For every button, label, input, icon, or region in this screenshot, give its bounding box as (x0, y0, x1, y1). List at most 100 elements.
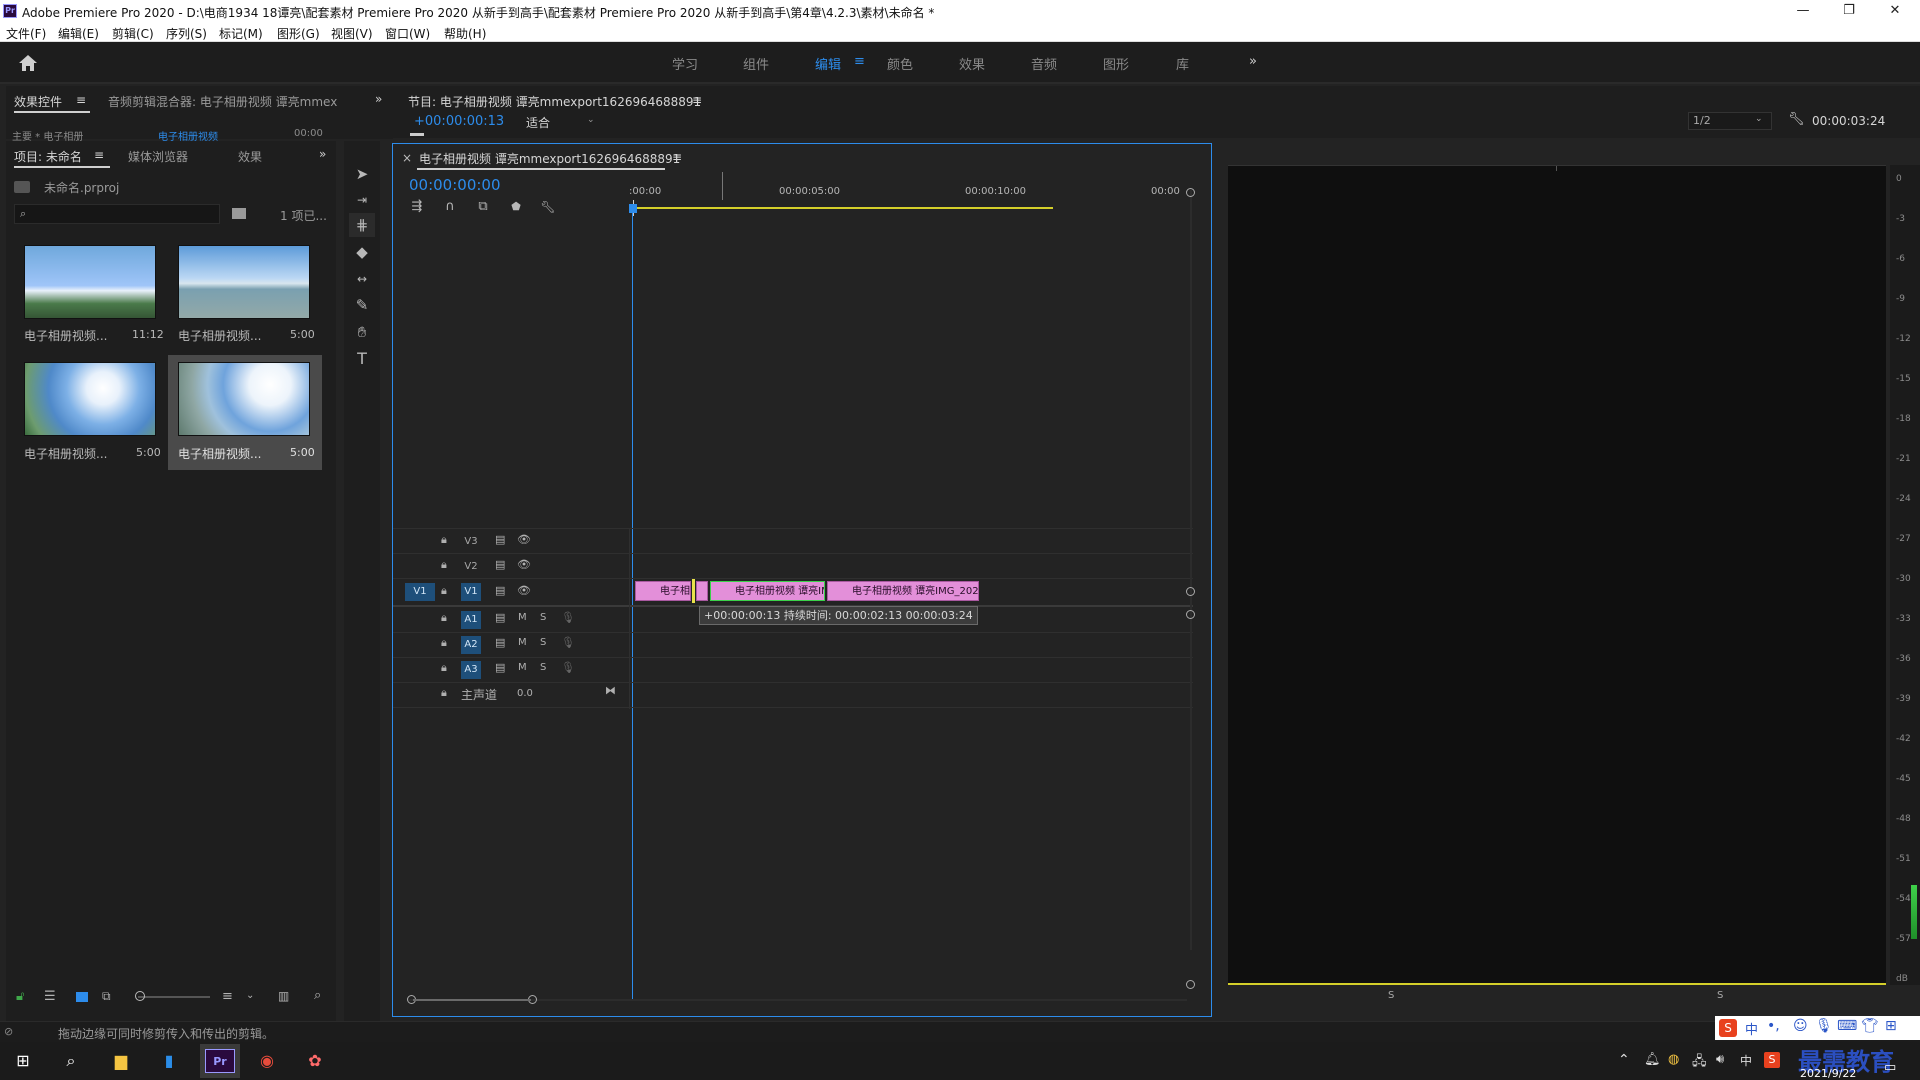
timeline-tab-title[interactable]: 电子相册视频 谭亮mmexport1626964688891 (419, 150, 680, 167)
keyboard-icon[interactable]: ⌨ (1837, 1018, 1857, 1034)
project-item-label[interactable]: 电子相册视频... (178, 445, 261, 462)
project-item-thumbnail[interactable] (178, 362, 310, 436)
workspace-editing-menu-icon[interactable]: ≡ (854, 54, 865, 69)
timeline-clip[interactable]: 电子相册视频 谭亮IMG_2021072 (827, 581, 979, 601)
menu-graphics[interactable]: 图形(G) (277, 25, 320, 42)
zoom-range[interactable] (413, 999, 531, 1001)
toggle-sync-lock-icon[interactable]: ▤ (495, 636, 505, 649)
resolution-dropdown[interactable]: 1/2 ⌄ (1688, 112, 1772, 130)
track-label-v2[interactable]: V2 (461, 558, 481, 576)
lock-icon[interactable]: 🔒︎ (441, 686, 447, 700)
track-select-tool-icon[interactable]: ⇥ (351, 189, 373, 211)
timeline-clip[interactable]: 电子相册视频 谭亮IMG_202 (710, 581, 825, 601)
workspace-editing[interactable]: 编辑 (815, 54, 841, 73)
project-item-label[interactable]: 电子相册视频... (24, 445, 107, 462)
app-icon[interactable]: ✿ (300, 1046, 330, 1076)
program-timecode[interactable]: +00:00:00:13 (414, 114, 504, 129)
workspace-learn[interactable]: 学习 (672, 54, 698, 73)
solo-button[interactable]: S (540, 637, 546, 648)
sogou-icon[interactable]: S (1719, 1019, 1737, 1037)
program-monitor-video[interactable] (1228, 165, 1886, 985)
tray-app-icon[interactable]: ◍ (1668, 1052, 1679, 1067)
workspace-assembly[interactable]: 组件 (743, 54, 769, 73)
hand-tool-icon[interactable]: ✋︎ (351, 321, 373, 343)
track-label-v1[interactable]: V1 (461, 583, 481, 601)
project-item-thumbnail[interactable] (24, 245, 156, 319)
search-icon[interactable]: ⌕ (56, 1046, 86, 1076)
workspace-audio[interactable]: 音频 (1031, 54, 1057, 73)
timeline-clip[interactable]: 电子相 (635, 581, 691, 601)
menu-clip[interactable]: 剪辑(C) (112, 25, 154, 42)
panel-more-icon[interactable]: » (319, 147, 326, 161)
project-item-label[interactable]: 电子相册视频... (178, 327, 261, 344)
mute-button[interactable]: M (518, 662, 527, 673)
tab-effect-controls[interactable]: 效果控件 (14, 93, 62, 110)
timeline-settings-icon[interactable]: 🔧︎ (537, 196, 559, 218)
eye-icon[interactable]: 👁︎ (517, 533, 531, 546)
chevron-down-icon[interactable]: ⌄ (246, 990, 254, 1001)
workspace-effects[interactable]: 效果 (959, 54, 985, 73)
master-volume-value[interactable]: 0.0 (517, 688, 533, 699)
solo-button[interactable]: S (540, 662, 546, 673)
scrollbar-handle[interactable] (1186, 980, 1195, 989)
toggle-sync-lock-icon[interactable]: ▤ (495, 661, 505, 674)
tab-audio-clip-mixer[interactable]: 音频剪辑混合器: 电子相册视频 谭亮mmex (108, 93, 337, 110)
toggle-sync-lock-icon[interactable]: ▤ (495, 558, 505, 571)
chevron-down-icon[interactable]: ⌄ (587, 115, 595, 125)
ime-punctuation-icon[interactable]: •, (1767, 1018, 1780, 1034)
track-label-a1[interactable]: A1 (461, 611, 481, 629)
project-item-thumbnail[interactable] (24, 362, 156, 436)
eye-icon[interactable]: 👁︎ (517, 558, 531, 571)
ime-toolbar[interactable]: S 中 •, ☺ 🎙︎ ⌨ 👕︎ ⊞ (1715, 1016, 1920, 1040)
menu-sequence[interactable]: 序列(S) (166, 25, 207, 42)
skin-icon[interactable]: 👕︎ (1861, 1018, 1879, 1034)
find-icon[interactable]: ⌕ (314, 988, 321, 1003)
nest-toggle-icon[interactable]: ⇶ (406, 196, 428, 218)
microphone-icon[interactable]: 🎙︎ (561, 661, 575, 674)
automate-to-sequence-icon[interactable]: ▥ (278, 989, 289, 1003)
file-explorer-icon[interactable]: ▆ (106, 1046, 136, 1076)
sogou-tray-icon[interactable]: S (1764, 1052, 1780, 1068)
toggle-sync-lock-icon[interactable]: ▤ (495, 584, 505, 597)
vertical-scrollbar[interactable] (1190, 190, 1192, 950)
menu-marker[interactable]: 标记(M) (219, 25, 263, 42)
project-item-label[interactable]: 电子相册视频... (24, 327, 107, 344)
timeline-tab-menu[interactable]: ≡ (672, 150, 682, 164)
zoom-slider[interactable] (138, 996, 210, 998)
add-marker-icon[interactable]: ⬟ (505, 196, 527, 218)
pen-tool-icon[interactable]: ✎ (351, 294, 373, 316)
lock-icon[interactable]: 🔓︎ (16, 989, 24, 1004)
project-search-input[interactable]: ⌕ (14, 204, 220, 224)
ime-tray-icon[interactable]: 中 (1740, 1052, 1752, 1069)
close-icon[interactable]: × (402, 151, 412, 165)
scrollbar-handle[interactable] (1186, 587, 1195, 596)
new-bin-icon[interactable] (232, 208, 246, 219)
menu-edit[interactable]: 编辑(E) (58, 25, 99, 42)
sort-icon[interactable]: ≡ (222, 989, 233, 1004)
notification-icon[interactable]: 🔔︎ (1644, 1052, 1661, 1067)
lock-icon[interactable]: 🔒︎ (441, 584, 447, 598)
tab-media-browser[interactable]: 媒体浏览器 (128, 148, 188, 165)
workspace-libraries[interactable]: 库 (1176, 54, 1189, 73)
icon-view-icon[interactable] (76, 992, 88, 1002)
ime-more-icon[interactable]: ⊞ (1885, 1018, 1897, 1034)
type-tool-icon[interactable]: T (351, 348, 373, 370)
microphone-icon[interactable]: 🎙︎ (1815, 1018, 1833, 1034)
eye-icon[interactable]: 👁︎ (517, 584, 531, 597)
track-label-v3[interactable]: V3 (461, 533, 481, 551)
maximize-button[interactable]: ❐ (1826, 0, 1872, 22)
emoji-icon[interactable]: ☺ (1793, 1018, 1808, 1034)
chrome-icon[interactable]: ◉ (252, 1046, 282, 1076)
tab-effects[interactable]: 效果 (238, 148, 262, 165)
snap-icon[interactable]: ∩ (439, 196, 461, 218)
razor-tool-icon[interactable]: ◆ (351, 241, 373, 263)
wrench-icon[interactable]: 🔧︎ (1788, 112, 1805, 127)
mute-button[interactable]: M (518, 637, 527, 648)
action-center-icon[interactable]: ▭ (1884, 1060, 1896, 1075)
tab-effect-controls-menu[interactable]: ≡ (76, 93, 86, 107)
menu-file[interactable]: 文件(F) (6, 25, 46, 42)
minimize-button[interactable]: — (1780, 0, 1826, 22)
toggle-sync-lock-icon[interactable]: ▤ (495, 533, 505, 546)
source-patch-v1[interactable]: V1 (405, 583, 435, 601)
workspace-color[interactable]: 颜色 (887, 54, 913, 73)
